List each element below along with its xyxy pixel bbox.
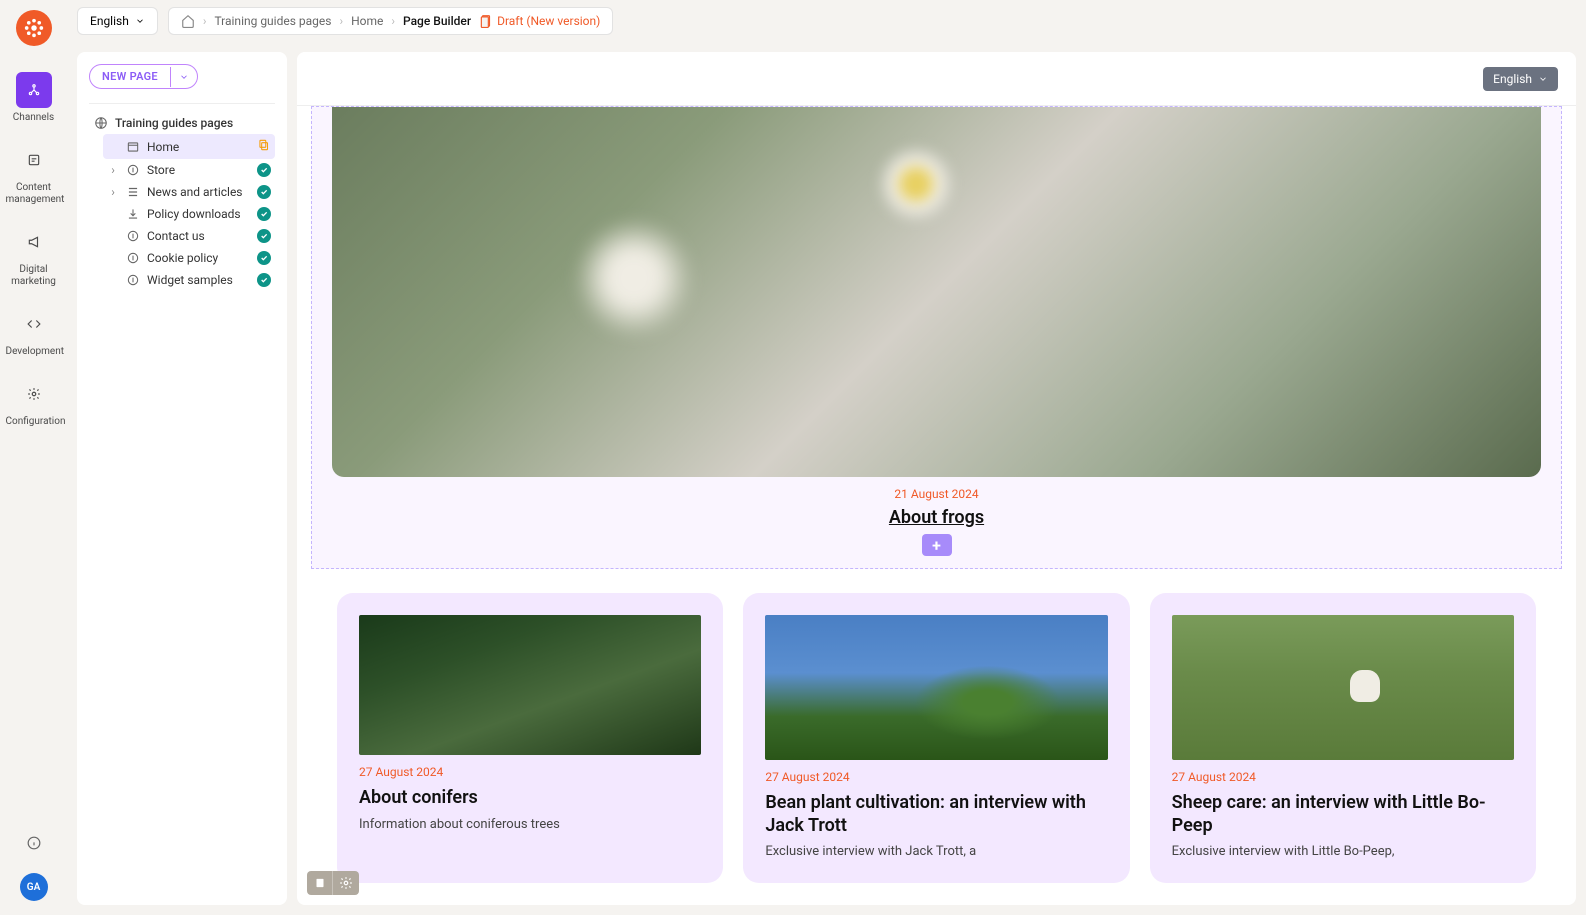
nav-label: Digital marketing [11,264,56,287]
add-widget-button[interactable]: + [922,534,952,556]
article-card[interactable]: 27 August 2024 Sheep care: an interview … [1150,593,1536,883]
chevron-right-icon[interactable]: › [107,163,119,177]
language-selector[interactable]: English [77,7,158,35]
list-icon [125,185,141,199]
breadcrumb-separator: › [391,14,395,28]
content-icon [16,142,52,178]
home-icon[interactable] [181,14,195,28]
page-icon [125,229,141,243]
app-logo[interactable] [16,10,52,46]
card-image [359,615,701,755]
language-label: English [90,14,129,28]
breadcrumb-link[interactable]: Training guides pages [214,14,331,28]
download-icon [125,207,141,221]
breadcrumb-link[interactable]: Home [351,14,383,28]
copy-icon[interactable] [257,138,271,155]
page-icon [125,251,141,265]
card-date: 27 August 2024 [1172,770,1514,784]
page-icon [125,163,141,177]
tree-label: Training guides pages [115,116,233,130]
status-published-icon [257,185,271,199]
status-published-icon [257,273,271,287]
tree-item-cookie[interactable]: Cookie policy [103,247,275,269]
hero-title-link[interactable]: About frogs [312,507,1561,528]
breadcrumb-separator: › [339,14,343,28]
breadcrumb-current: Page Builder [403,14,471,28]
page-icon [125,273,141,287]
tree-label: Policy downloads [147,207,241,221]
tree-label: Home [147,140,179,154]
card-title: About conifers [359,787,701,810]
page-tree-panel: NEW PAGE Training guides pages Home › St… [77,52,287,905]
tree-item-contact[interactable]: Contact us [103,225,275,247]
draft-icon [479,14,493,28]
tree-label: Contact us [147,229,205,243]
marketing-icon [16,224,52,260]
card-title: Bean plant cultivation: an interview wit… [765,792,1107,837]
channels-icon [16,72,52,108]
toolbar-page-button[interactable] [307,871,333,895]
app-sidebar: Channels Content management Digital mark… [0,0,67,915]
nav-label: Configuration [6,416,66,427]
divider [89,103,275,104]
user-avatar[interactable]: GA [20,873,48,901]
card-description: Information about coniferous trees [359,816,701,834]
card-description: Exclusive interview with Little Bo-Peep, [1172,843,1514,861]
gear-icon [16,376,52,412]
article-card[interactable]: 27 August 2024 About conifers Informatio… [337,593,723,883]
tree-item-home[interactable]: Home [103,134,275,159]
card-date: 27 August 2024 [765,770,1107,784]
tree-item-news[interactable]: › News and articles [103,181,275,203]
hero-date: 21 August 2024 [312,487,1561,501]
status-published-icon [257,207,271,221]
canvas-header: English [297,52,1576,106]
card-date: 27 August 2024 [359,765,701,779]
nav-channels[interactable]: Channels [6,64,62,134]
nav-configuration[interactable]: Configuration [6,368,62,438]
draft-status[interactable]: Draft (New version) [479,14,600,28]
article-card[interactable]: 27 August 2024 Bean plant cultivation: a… [743,593,1129,883]
card-title: Sheep care: an interview with Little Bo-… [1172,792,1514,837]
nav-content-management[interactable]: Content management [6,134,62,216]
chevron-down-icon [135,16,145,26]
info-button[interactable] [20,829,48,857]
card-image [1172,615,1514,760]
page-builder-canvas: Training guides English 21 August 2024 A… [297,52,1576,905]
chevron-down-icon [1538,74,1548,84]
page-icon [125,140,141,154]
status-published-icon [257,163,271,177]
canvas-toolbar [307,871,359,895]
status-published-icon [257,251,271,265]
nav-development[interactable]: Development [6,298,62,368]
nav-digital-marketing[interactable]: Digital marketing [6,216,62,298]
tree-item-widgets[interactable]: Widget samples [103,269,275,291]
breadcrumb-separator: › [203,14,207,28]
tree-label: Cookie policy [147,251,218,265]
tree-item-policy[interactable]: Policy downloads [103,203,275,225]
tree-root[interactable]: Training guides pages [89,112,275,134]
tree-label: News and articles [147,185,243,199]
tree-item-store[interactable]: › Store [103,159,275,181]
nav-label: Development [6,346,65,357]
tree-label: Store [147,163,175,177]
nav-label: Channels [13,112,54,123]
toolbar-settings-button[interactable] [333,871,359,895]
chevron-down-icon[interactable] [170,67,197,87]
top-bar: English › Training guides pages › Home ›… [67,0,1586,42]
canvas-body[interactable]: 21 August 2024 About frogs + 27 August 2… [297,106,1576,905]
breadcrumb: › Training guides pages › Home › Page Bu… [168,7,614,35]
card-description: Exclusive interview with Jack Trott, a [765,843,1107,861]
globe-icon [93,116,109,130]
chevron-right-icon[interactable]: › [107,185,119,199]
nav-label: Content management [6,182,65,205]
hero-image[interactable] [332,107,1541,477]
preview-language-selector[interactable]: English [1483,67,1558,91]
code-icon [16,306,52,342]
cards-row: 27 August 2024 About conifers Informatio… [297,569,1576,905]
new-page-button[interactable]: NEW PAGE [89,64,198,89]
tree-label: Widget samples [147,273,233,287]
widget-zone-hero[interactable]: 21 August 2024 About frogs + [311,106,1562,569]
status-published-icon [257,229,271,243]
card-image [765,615,1107,760]
